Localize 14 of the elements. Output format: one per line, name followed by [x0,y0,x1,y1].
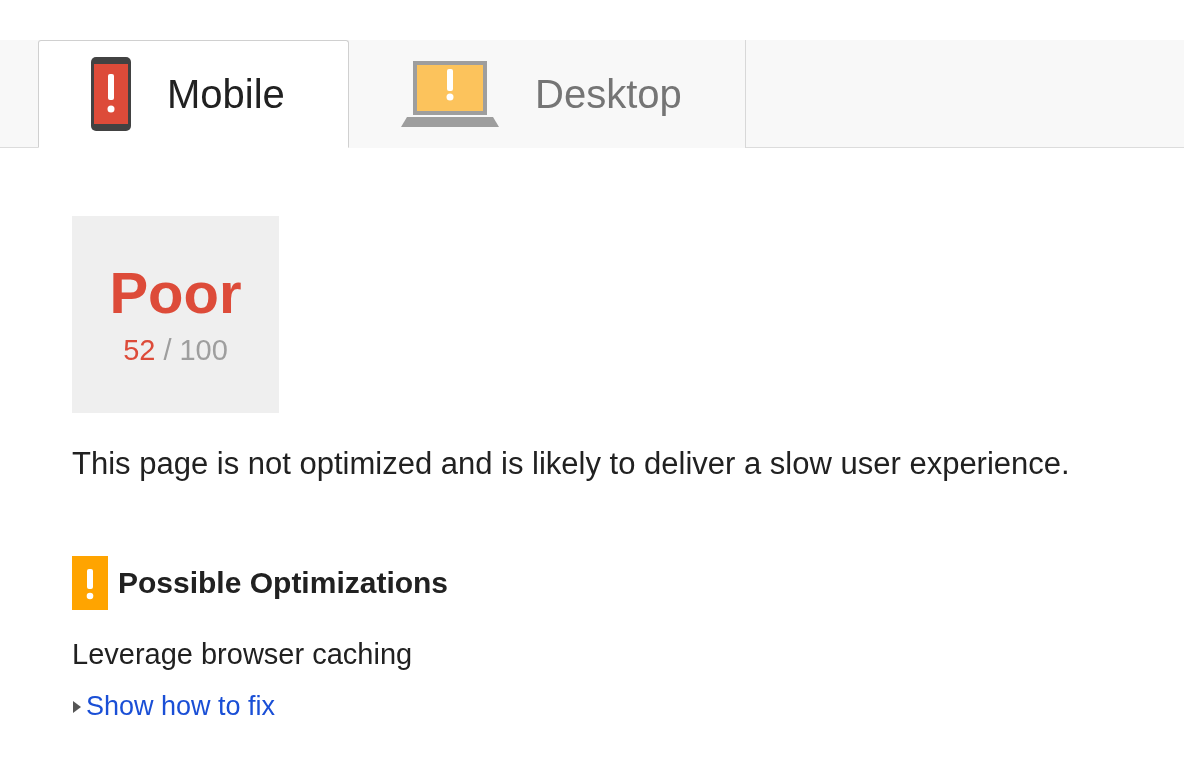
tab[interactable]: Mobile [38,40,349,148]
show-fix-link[interactable]: Show how to fix [72,690,276,724]
score-verdict: Poor [109,264,242,322]
summary-text: This page is not optimized and is likely to deliver a slow user experience. [72,445,1071,483]
score-max: 100 [179,336,228,365]
score-value: 52 [123,336,156,365]
caret-icon [72,699,82,714]
tab[interactable]: Desktop [349,40,746,148]
phone-icon [91,57,131,131]
laptop-icon [401,61,499,127]
optimization-title: Leverage browser caching [72,636,414,672]
section-heading: Possible Optimizations [118,565,449,602]
score-separator: / [163,336,172,365]
warning-icon [72,555,108,610]
